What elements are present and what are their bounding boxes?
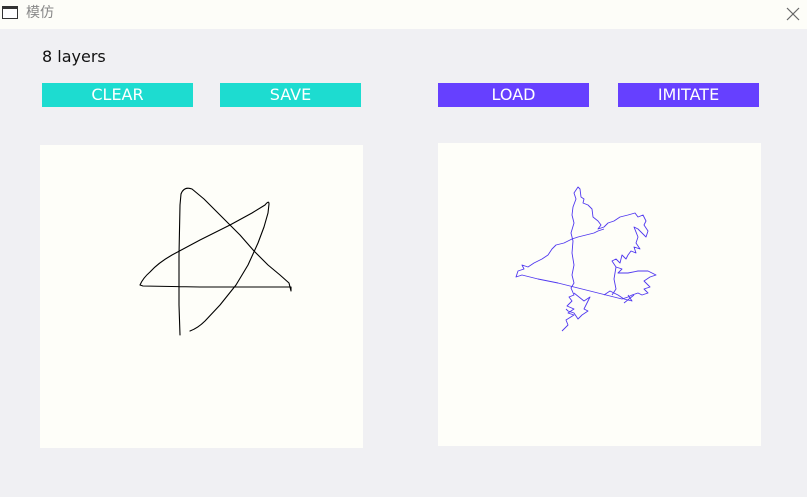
drawing-canvas[interactable] bbox=[40, 145, 363, 448]
window-icon bbox=[2, 6, 18, 19]
drawing-stroke bbox=[139, 187, 292, 336]
layers-count-label: 8 layers bbox=[42, 47, 106, 66]
imitation-drawing bbox=[515, 186, 657, 332]
close-icon[interactable] bbox=[783, 4, 803, 24]
window-title: 模仿 bbox=[26, 5, 54, 21]
imitation-stroke bbox=[515, 186, 657, 332]
save-button[interactable]: SAVE bbox=[220, 83, 361, 107]
imitation-canvas bbox=[438, 143, 761, 446]
title-bar: 模仿 bbox=[0, 0, 807, 29]
imitate-button[interactable]: IMITATE bbox=[618, 83, 759, 107]
clear-button[interactable]: CLEAR bbox=[42, 83, 193, 107]
load-button[interactable]: LOAD bbox=[438, 83, 589, 107]
user-drawing bbox=[139, 187, 292, 336]
